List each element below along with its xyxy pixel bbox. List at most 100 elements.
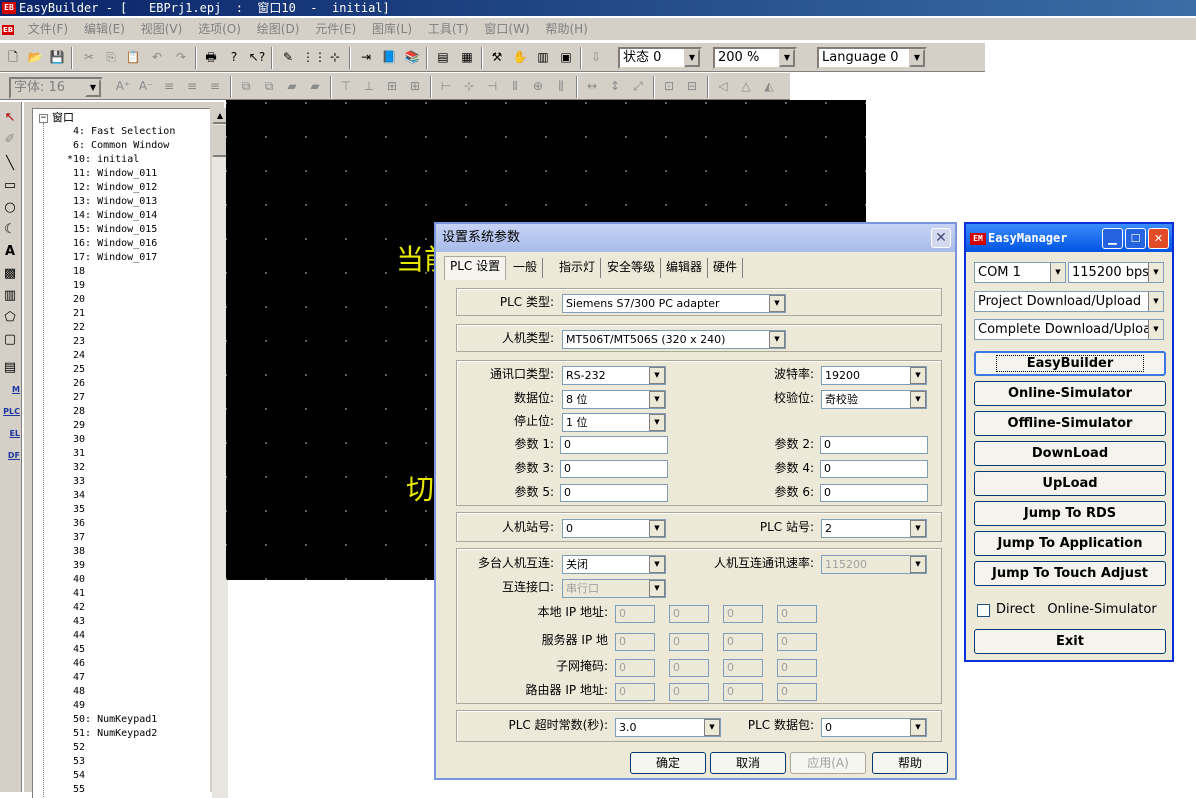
tree-item[interactable]: 19 [73, 279, 85, 293]
exit-button[interactable]: Exit [974, 629, 1166, 654]
select-arrow-icon[interactable]: ↖ [0, 108, 20, 128]
menu-help[interactable]: 帮助(H) [539, 18, 593, 40]
chevron-down-icon[interactable]: ▼ [649, 556, 665, 573]
align-top-icon[interactable]: ⊤ [336, 76, 356, 96]
zoom-combo[interactable]: 200 % ▼ [713, 47, 797, 69]
chevron-down-icon[interactable]: ▼ [909, 49, 925, 67]
tree-item[interactable]: 49 [73, 699, 85, 713]
note-tool-icon[interactable]: ▤ [0, 358, 20, 378]
pen-icon[interactable]: ✎ [278, 47, 298, 67]
hmi-type-select[interactable]: MT506T/MT506S (320 x 240) ▼ [562, 330, 786, 349]
tree-item[interactable]: 31 [73, 447, 85, 461]
router-ip-octet-4[interactable]: 0 [777, 683, 817, 701]
tree-item[interactable]: 13: Window_013 [73, 195, 157, 209]
menu-edit[interactable]: 编辑(E) [78, 18, 131, 40]
align-hcenter-icon[interactable]: ⊹ [459, 76, 479, 96]
language-combo[interactable]: Language 0 ▼ [817, 47, 927, 69]
tree-item[interactable]: 43 [73, 615, 85, 629]
tree-item[interactable]: 50: NumKeypad1 [73, 713, 157, 727]
tree-item[interactable]: 41 [73, 587, 85, 601]
chevron-down-icon[interactable]: ▼ [684, 49, 700, 67]
download-button[interactable]: DownLoad [974, 441, 1166, 466]
paste-icon[interactable]: 📋 [123, 47, 143, 67]
tab-indicator[interactable]: 指示灯 [554, 258, 602, 278]
jump-to-rds-button[interactable]: Jump To RDS [974, 501, 1166, 526]
download-arrow-icon[interactable]: ⇩ [586, 47, 606, 67]
plc-type-select[interactable]: Siemens S7/300 PC adapter ▼ [562, 294, 786, 313]
align-vcenter-icon[interactable]: ⊞ [405, 76, 425, 96]
minimize-icon[interactable]: ▁ [1102, 228, 1123, 249]
online-simulator-button[interactable]: Online-Simulator [974, 381, 1166, 406]
bring-front-icon[interactable]: ⧉ [236, 76, 256, 96]
window-enter-icon[interactable]: ⇥ [356, 47, 376, 67]
align-right-icon[interactable]: ≡ [205, 76, 225, 96]
tree-item[interactable]: 55 [73, 783, 85, 797]
copy-icon[interactable]: ⎘ [101, 47, 121, 67]
easybuilder-button[interactable]: EasyBuilder [974, 351, 1166, 376]
param3-input[interactable]: 0 [560, 460, 668, 478]
data-bits-select[interactable]: 8 位 ▼ [562, 390, 666, 409]
state-combo[interactable]: 状态 0 ▼ [618, 47, 702, 69]
tree-item[interactable]: 52 [73, 741, 85, 755]
tree-item[interactable]: 47 [73, 671, 85, 685]
link-port-select[interactable]: 串行口 ▼ [562, 579, 666, 598]
align-bottom-icon[interactable]: ⊥ [359, 76, 379, 96]
frame-tool-icon[interactable]: ▢ [0, 330, 20, 350]
send-back-icon[interactable]: ⧉ [259, 76, 279, 96]
parity-select[interactable]: 奇校验 ▼ [821, 390, 927, 409]
hmi-station-select[interactable]: 0 ▼ [562, 519, 666, 538]
align-middle-icon[interactable]: ⊞ [382, 76, 402, 96]
tree-item[interactable]: 22 [73, 321, 85, 335]
param5-input[interactable]: 0 [560, 484, 668, 502]
server-ip-octet-2[interactable]: 0 [669, 633, 709, 651]
chevron-down-icon[interactable]: ▼ [704, 719, 720, 736]
undo-icon[interactable]: ↶ [147, 47, 167, 67]
tree-item[interactable]: 24 [73, 349, 85, 363]
subnet-octet-4[interactable]: 0 [777, 659, 817, 677]
tree-root[interactable]: − 窗口 [39, 111, 74, 125]
menu-view[interactable]: 视图(V) [135, 18, 189, 40]
jump-to-application-button[interactable]: Jump To Application [974, 531, 1166, 556]
ok-button[interactable]: 确定 [630, 752, 706, 774]
compile-icon[interactable]: ▥ [533, 47, 553, 67]
close-icon[interactable]: ✕ [1148, 228, 1169, 249]
rectangle-tool-icon[interactable]: ▭ [0, 176, 20, 196]
tree-item[interactable]: 46 [73, 657, 85, 671]
local-ip-octet-3[interactable]: 0 [723, 605, 763, 623]
chevron-down-icon[interactable]: ▼ [769, 295, 785, 312]
chevron-down-icon[interactable]: ▼ [910, 520, 926, 537]
tree-item[interactable]: 34 [73, 489, 85, 503]
table-icon[interactable]: ▦ [457, 47, 477, 67]
param1-input[interactable]: 0 [560, 436, 668, 454]
tree-item[interactable]: 35 [73, 503, 85, 517]
maximize-icon[interactable]: ☐ [1125, 228, 1146, 249]
tree-item[interactable]: 12: Window_012 [73, 181, 157, 195]
text-tool-icon[interactable]: A [0, 242, 20, 262]
menu-options[interactable]: 选项(O) [192, 18, 247, 40]
stop-bits-select[interactable]: 1 位 ▼ [562, 413, 666, 432]
help-question-icon[interactable]: ? [224, 47, 244, 67]
book-blue-icon[interactable]: 📘 [379, 47, 399, 67]
distribute-center-icon[interactable]: ⊕ [528, 76, 548, 96]
canvas-text-switch[interactable]: 切 [406, 468, 434, 508]
download-mode-select[interactable]: Project Download/Upload ▼ [974, 291, 1164, 312]
tree-item[interactable]: 40 [73, 573, 85, 587]
plc-station-select[interactable]: 2 ▼ [821, 519, 927, 538]
chevron-down-icon[interactable]: ▼ [769, 331, 785, 348]
flip-icon[interactable]: △ [736, 76, 756, 96]
collapse-icon[interactable]: − [39, 113, 48, 123]
redo-icon[interactable]: ↷ [171, 47, 191, 67]
align-right-edge-icon[interactable]: ⊣ [482, 76, 502, 96]
plc-tool-icon[interactable]: PLC [0, 404, 20, 424]
router-ip-octet-3[interactable]: 0 [723, 683, 763, 701]
plc-packet-select[interactable]: 0 ▼ [821, 718, 927, 737]
tree-item[interactable]: 6: Common Window [73, 139, 169, 153]
tree-item[interactable]: 27 [73, 391, 85, 405]
param4-input[interactable]: 0 [820, 460, 928, 478]
plc-timeout-select[interactable]: 3.0 ▼ [615, 718, 721, 737]
hammer-icon[interactable]: ⚒ [487, 47, 507, 67]
param6-input[interactable]: 0 [820, 484, 928, 502]
tree-item[interactable]: 51: NumKeypad2 [73, 727, 157, 741]
event-log-tool-icon[interactable]: EL [0, 426, 20, 446]
dialog-title-bar[interactable]: 设置系统参数 [436, 224, 955, 252]
